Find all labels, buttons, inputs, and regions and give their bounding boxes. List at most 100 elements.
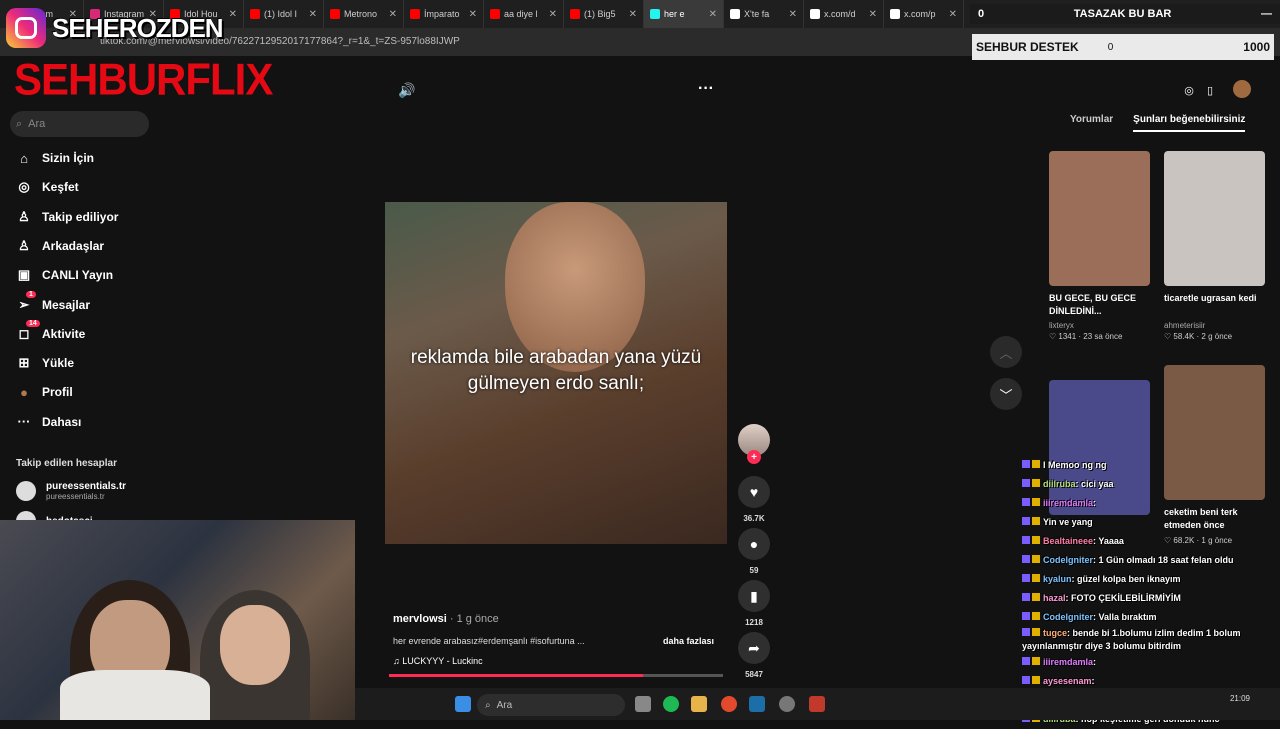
user-avatar[interactable] xyxy=(1233,80,1251,98)
sound-icon[interactable]: 🔊 xyxy=(398,82,415,99)
sidebar-item[interactable]: ⌂ Sizin İçin xyxy=(16,148,94,168)
more-options-icon[interactable]: ··· xyxy=(698,80,714,98)
more-link[interactable]: daha fazlası xyxy=(663,636,714,646)
compass-icon[interactable]: ◎ xyxy=(1180,81,1198,99)
video-caption: reklamda bile arabadan yana yüzü gülmeye… xyxy=(410,347,702,394)
comment-icon[interactable]: ● xyxy=(738,528,770,560)
app-icon[interactable] xyxy=(779,696,795,712)
close-tab-icon[interactable]: ✕ xyxy=(229,9,237,20)
chevron-down-icon[interactable]: ﹀ xyxy=(990,378,1022,410)
clock[interactable]: 21:09 xyxy=(1230,693,1250,704)
browser-tab[interactable]: x.com/d ✕ xyxy=(804,0,884,28)
tab-you-may-like[interactable]: Şunları beğenebilirsiniz xyxy=(1133,114,1246,132)
sidebar-item[interactable]: ▣ CANLI Yayın xyxy=(16,265,113,285)
close-tab-icon[interactable]: ✕ xyxy=(629,9,637,20)
sidebar-item-label: Mesajlar xyxy=(42,297,91,312)
chat-text: Yin ve yang xyxy=(1043,517,1093,527)
video-thumbnail[interactable] xyxy=(1049,151,1150,286)
phone-icon[interactable]: ▯ xyxy=(1201,81,1219,99)
music-label[interactable]: ♫ LUCKYYY - Luckinc xyxy=(393,656,483,666)
close-tab-icon[interactable]: ✕ xyxy=(309,9,317,20)
save-action[interactable]: ▮ 1218 xyxy=(738,580,770,627)
chevron-up-icon[interactable]: ︿ xyxy=(990,336,1022,368)
sidebar-item[interactable]: ◎ Keşfet xyxy=(16,177,78,197)
chat-badge-icon xyxy=(1022,676,1030,684)
window-minimize-icon[interactable]: — xyxy=(1261,8,1272,20)
streamer-name: SEHEROZDEN xyxy=(52,12,224,43)
close-tab-icon[interactable]: ✕ xyxy=(789,9,797,20)
task-view-icon[interactable] xyxy=(635,696,651,712)
sidebar-item[interactable]: ♙ Takip ediliyor xyxy=(16,207,118,227)
sidebar-item[interactable]: ◻ 14 Aktivite xyxy=(16,319,85,344)
author-name[interactable]: mervlowsi xyxy=(393,613,447,625)
chat-badge-icon xyxy=(1022,574,1030,582)
search-placeholder: Ara xyxy=(28,118,46,130)
recommended-video-card[interactable]: BU GECE, BU GECE DİNLEDİNİ... lixteryx ♡ 1… xyxy=(1049,151,1150,341)
card-author[interactable]: lixteryx xyxy=(1049,321,1150,330)
browser-tab[interactable]: x.com/p ✕ xyxy=(884,0,964,28)
comment-action[interactable]: ● 59 xyxy=(738,528,770,575)
sidebar-item[interactable]: ··· Dahası xyxy=(16,412,82,432)
profile-icon: ● xyxy=(20,384,28,400)
chat-badge-icon xyxy=(1032,593,1040,601)
chat-text: : xyxy=(1091,676,1095,686)
browser-tab[interactable]: X'te fa ✕ xyxy=(724,0,804,28)
chat-username: iiiremdamla xyxy=(1043,498,1094,508)
goal-bar: 0 TASAZAK BU BAR — xyxy=(970,4,1280,24)
browser-tab[interactable]: (1) Big5 ✕ xyxy=(564,0,644,28)
sidebar-item-label: Yükle xyxy=(42,356,75,371)
chat-username: kyalun xyxy=(1043,574,1072,584)
instagram-icon xyxy=(6,8,46,48)
close-tab-icon[interactable]: ✕ xyxy=(869,9,877,20)
bookmark-icon[interactable]: ▮ xyxy=(738,580,770,612)
windows-start-icon[interactable] xyxy=(455,696,471,712)
close-tab-icon[interactable]: ✕ xyxy=(389,9,397,20)
chat-text: : FOTO ÇEKİLEBİLİRMİYİM xyxy=(1065,593,1181,603)
stream-chat: I Memoo ng ng diilruba: cici yaa iiiremdam… xyxy=(1022,456,1280,724)
chat-badge-icon xyxy=(1022,536,1030,544)
steam-icon[interactable] xyxy=(749,696,765,712)
sidebar-item[interactable]: ♙ Arkadaşlar xyxy=(16,236,104,256)
more-icon: ··· xyxy=(17,414,31,430)
chat-badge-icon xyxy=(1032,628,1040,636)
taskbar: ⌕ Ara 21:09 xyxy=(355,688,1280,720)
share-icon[interactable]: ➦ xyxy=(738,632,770,664)
video-player[interactable]: reklamda bile arabadan yana yüzü gülmeye… xyxy=(385,202,727,544)
chat-username: aysesenam xyxy=(1043,676,1092,686)
chat-badge-icon xyxy=(1022,555,1030,563)
spotify-icon[interactable] xyxy=(663,696,679,712)
sidebar-item[interactable]: ➢ 1 Mesajlar xyxy=(16,290,91,315)
chat-badge-icon xyxy=(1022,517,1030,525)
browser-tab[interactable]: aa diye l ✕ xyxy=(484,0,564,28)
card-author[interactable]: ahmeterisiir xyxy=(1164,321,1265,330)
chrome-icon[interactable] xyxy=(721,696,737,712)
app-icon-red[interactable] xyxy=(809,696,825,712)
video-thumbnail[interactable] xyxy=(1164,151,1265,286)
search-input[interactable]: ⌕ Ara xyxy=(10,111,149,137)
like-action[interactable]: ♥ 36.7K xyxy=(738,476,770,523)
followed-account[interactable]: pureessentials.tr pureessentials.tr xyxy=(16,481,126,501)
close-tab-icon[interactable]: ✕ xyxy=(549,9,557,20)
chat-username: iiiremdamla xyxy=(1043,657,1094,667)
close-tab-icon[interactable]: ✕ xyxy=(949,9,957,20)
tab-comments[interactable]: Yorumlar xyxy=(1070,114,1113,132)
webcam-overlay xyxy=(0,520,355,720)
browser-tab[interactable]: Metrono ✕ xyxy=(324,0,404,28)
card-title: ticaretle ugrasan kedi xyxy=(1164,293,1257,303)
heart-icon[interactable]: ♥ xyxy=(738,476,770,508)
sidebar-item[interactable]: ● Profil xyxy=(16,382,73,402)
close-tab-icon[interactable]: ✕ xyxy=(709,9,717,20)
browser-tab[interactable]: İmparato ✕ xyxy=(404,0,484,28)
browser-tab[interactable]: her e ✕ xyxy=(644,0,724,28)
follow-plus-icon[interactable]: + xyxy=(747,450,761,464)
folder-icon[interactable] xyxy=(691,696,707,712)
video-author[interactable]: mervlowsi · 1 g önce xyxy=(393,613,499,625)
share-action[interactable]: ➦ 5847 xyxy=(738,632,770,679)
video-progress-bar[interactable] xyxy=(389,674,723,677)
close-tab-icon[interactable]: ✕ xyxy=(469,9,477,20)
taskbar-search[interactable]: ⌕ Ara xyxy=(477,694,625,716)
sidebar-item[interactable]: ⊞ Yükle xyxy=(16,353,74,373)
browser-tab[interactable]: (1) Idol I ✕ xyxy=(244,0,324,28)
recommended-video-card[interactable]: ticaretle ugrasan kedi ahmeterisiir ♡ 58.4… xyxy=(1164,151,1265,341)
messages-icon: ➢ xyxy=(18,296,30,312)
